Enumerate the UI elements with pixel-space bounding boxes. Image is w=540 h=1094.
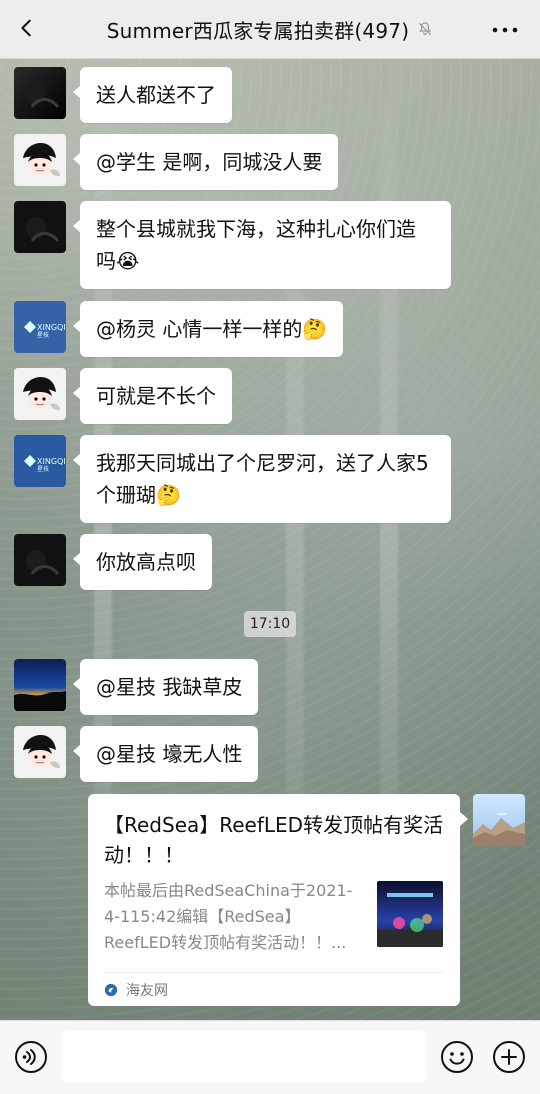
message-row: @学生 是啊，同城没人要 [14,134,526,190]
avatar-sunset-icon [14,659,66,711]
svg-text:XINGQI: XINGQI [37,323,66,332]
shared-link-divider [104,972,444,973]
composer-bar [0,1020,540,1094]
message-row: 你放高点呗 [14,534,526,590]
svg-text:星技: 星技 [37,331,49,339]
message-row: @星技 壕无人性 [14,726,526,782]
chat-title: Summer西瓜家专属拍卖群(497) [106,18,410,43]
avatar-anime-icon [14,368,66,420]
message-bubble[interactable]: @学生 是啊，同城没人要 [72,134,339,190]
message-bubble[interactable]: @星技 我缺草皮 [72,659,259,715]
shared-link-source: 海友网 [104,978,168,1002]
message-bubble[interactable]: 送人都送不了 [73,67,232,123]
message-bubble[interactable]: 整个县城就我下海，这种扎心你们造吗😭 [73,201,451,289]
message-bubble[interactable]: @星技 壕无人性 [72,726,259,782]
shared-link-description: 本帖最后由RedSeaChina于2021-4-115:42编辑【RedSea】… [104,881,353,952]
emoji-icon[interactable] [440,1040,474,1074]
plus-icon[interactable] [492,1040,526,1074]
avatar-anime-icon [14,134,66,186]
message-bubble[interactable]: 可就是不长个 [73,368,232,424]
avatar-dark-silhouette-icon [14,534,66,586]
message-bubble[interactable]: 你放高点呗 [73,534,212,590]
avatar-anime-icon [14,726,66,778]
avatar[interactable] [14,134,66,186]
chat-header: Summer西瓜家专属拍卖群(497) [0,0,540,59]
back-icon[interactable] [16,17,38,39]
svg-text:星技: 星技 [37,465,49,473]
source-icon [104,983,118,997]
shared-link-card[interactable]: 【RedSea】ReefLED转发顶帖有奖活动！！！ 本帖最后由RedSeaCh… [88,794,468,1006]
message-input[interactable] [62,1031,426,1083]
avatar[interactable] [14,67,66,119]
avatar-mountain-icon [473,794,525,846]
message-row: 可就是不长个 [14,368,526,424]
message-row: 送人都送不了 [14,67,526,123]
avatar[interactable] [14,534,66,586]
avatar-dark-silhouette-icon [14,201,66,253]
shared-link-source-label: 海友网 [126,983,168,999]
avatar[interactable]: XINGQI 星技 [14,301,66,353]
chat-title-wrap: Summer西瓜家专属拍卖群(497) [0,0,540,58]
timestamp: 17:10 [244,611,296,637]
shared-link-title: 【RedSea】ReefLED转发顶帖有奖活动！！！ [104,813,444,867]
message-bubble[interactable]: @杨灵 心情一样一样的🤔 [72,301,344,357]
voice-icon[interactable] [14,1040,48,1074]
message-row: 整个县城就我下海，这种扎心你们造吗😭 [14,201,526,289]
avatar-dark-silhouette-icon [14,67,66,119]
message-bubble[interactable]: 我那天同城出了个尼罗河，送了人家5个珊瑚🤔 [73,435,451,523]
avatar[interactable] [14,368,66,420]
message-row: XINGQI 星技 我那天同城出了个尼罗河，送了人家5个珊瑚🤔 [14,435,526,523]
message-row: XINGQI 星技 @杨灵 心情一样一样的🤔 [14,301,526,357]
shared-link-thumbnail [377,881,443,947]
message-row: @星技 我缺草皮 [14,659,526,715]
more-dots-icon[interactable] [492,27,518,33]
avatar[interactable] [14,726,66,778]
avatar-xingqi-logo-icon: XINGQI 星技 [14,301,66,353]
bell-mute-icon [419,22,432,35]
avatar[interactable] [14,659,66,711]
avatar-xingqi-logo-icon: XINGQI 星技 [14,435,66,487]
svg-text:XINGQI: XINGQI [37,457,66,466]
sender-avatar[interactable] [473,794,525,846]
aquarium-thumb-icon [377,881,443,947]
avatar[interactable] [14,201,66,253]
avatar[interactable]: XINGQI 星技 [14,435,66,487]
